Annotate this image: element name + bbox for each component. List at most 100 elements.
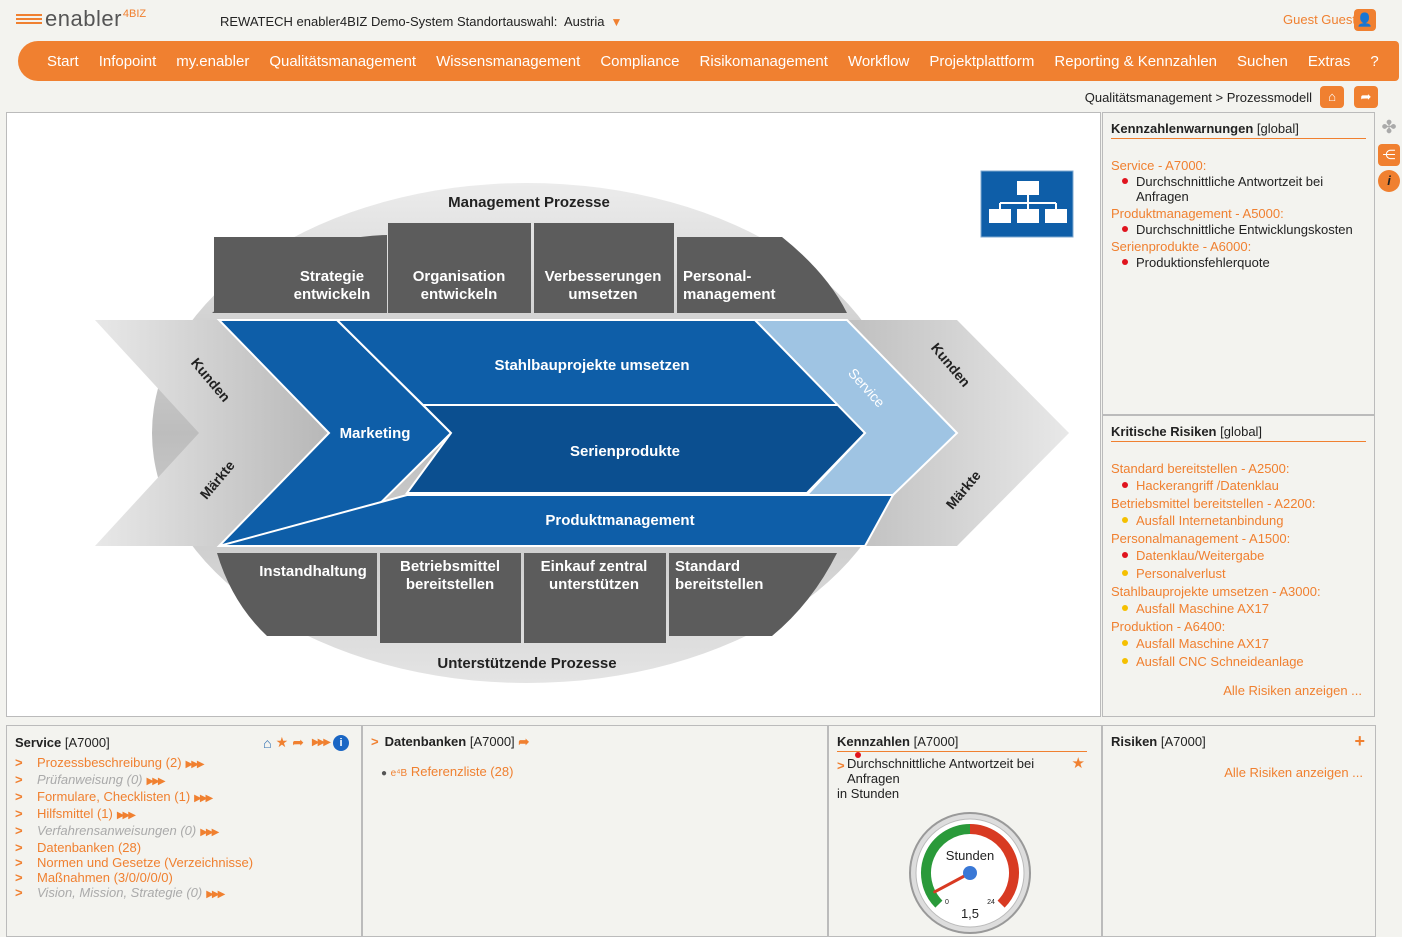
forward-arrows-icon[interactable]: ▶▶▶: [117, 810, 136, 821]
warning-item[interactable]: Produktionsfehlerquote: [1111, 255, 1366, 270]
chevron-right-icon: >: [15, 772, 23, 787]
nav-item-12[interactable]: ?: [1370, 53, 1378, 70]
forward-arrows-icon[interactable]: ▶▶▶: [147, 776, 166, 787]
all-risks-link-bottom[interactable]: Alle Risiken anzeigen ...: [1224, 765, 1363, 780]
star-icon[interactable]: ★: [1072, 756, 1085, 771]
service-doc-row[interactable]: > Vision, Mission, Strategie (0) ▶▶▶: [15, 885, 353, 902]
share-arrow-icon[interactable]: ➦: [292, 734, 304, 751]
service-doc-row[interactable]: > Formulare, Checklisten (1) ▶▶▶: [15, 789, 353, 806]
mgmt-label-1-line-1: entwickeln: [421, 286, 498, 303]
risk-group-head[interactable]: Stahlbauprojekte umsetzen - A3000:: [1111, 583, 1366, 600]
location-select[interactable]: Austria ▼: [564, 14, 622, 29]
service-doc-row[interactable]: > Maßnahmen (3/0/0/0/0): [15, 870, 353, 885]
share-arrow-icon[interactable]: ➦: [518, 734, 529, 749]
risk-item-label: Personalverlust: [1136, 566, 1226, 581]
chevron-right-icon: >: [15, 855, 23, 870]
service-doc-row[interactable]: > Prozessbeschreibung (2) ▶▶▶: [15, 755, 353, 772]
all-risks-link[interactable]: Alle Risiken anzeigen ...: [1223, 683, 1362, 698]
kpi-item[interactable]: > Durchschnittliche Antwortzeit bei Anfr…: [837, 752, 1093, 786]
risk-item-label: Ausfall Internetanbindung: [1136, 513, 1284, 528]
nav-item-1[interactable]: Infopoint: [99, 53, 157, 70]
enabler-logo[interactable]: enabler 4BIZ: [16, 8, 146, 30]
nav-item-6[interactable]: Risikomanagement: [700, 53, 828, 70]
risk-level-dot: [1122, 517, 1128, 523]
risk-item[interactable]: Datenklau/Weitergabe: [1111, 547, 1366, 564]
info-icon[interactable]: i: [1378, 170, 1400, 192]
risks-panel: Risiken [A7000] + Alle Risiken anzeigen …: [1102, 725, 1376, 937]
chevron-right-icon: >: [15, 885, 23, 900]
risk-level-dot: [1122, 640, 1128, 646]
nav-item-10[interactable]: Suchen: [1237, 53, 1288, 70]
warning-item[interactable]: Durchschnittliche Entwicklungskosten: [1111, 222, 1366, 237]
warning-group-head[interactable]: Serienprodukte - A6000:: [1111, 238, 1366, 255]
nav-item-4[interactable]: Wissensmanagement: [436, 53, 580, 70]
risk-group-head[interactable]: Personalmanagement - A1500:: [1111, 530, 1366, 547]
marketing-label: Marketing: [340, 425, 411, 442]
risk-group-head[interactable]: Standard bereitstellen - A2500:: [1111, 460, 1366, 477]
process-model-diagram: Management Prozesse Unterstützende Proze…: [95, 170, 1074, 683]
house-icon[interactable]: ⌂: [263, 735, 271, 751]
service-doc-row[interactable]: > Verfahrensanweisungen (0) ▶▶▶: [15, 823, 353, 840]
org-chart-icon[interactable]: [980, 170, 1074, 238]
support-label-1-line-0: Betriebsmittel: [400, 558, 500, 575]
star-icon[interactable]: ★: [276, 734, 289, 751]
risk-item[interactable]: Ausfall CNC Schneideanlage: [1111, 653, 1366, 670]
core-label-produktmanagement: Produktmanagement: [545, 512, 694, 529]
forward-arrows-icon[interactable]: ▶▶▶: [312, 737, 331, 748]
critical-risks-list: Standard bereitstellen - A2500: Hackerang…: [1111, 460, 1366, 670]
risk-group-head[interactable]: Betriebsmittel bereitstellen - A2200:: [1111, 495, 1366, 512]
service-doc-label: Prüfanweisung (0): [37, 772, 143, 787]
add-icon[interactable]: +: [1354, 732, 1365, 750]
database-item[interactable]: ● e⁴B Referenzliste (28): [371, 764, 819, 779]
nav-item-8[interactable]: Projektplattform: [929, 53, 1034, 70]
risk-group-head[interactable]: Produktion - A6400:: [1111, 618, 1366, 635]
risk-level-dot: [1122, 482, 1128, 488]
nav-item-2[interactable]: my.enabler: [176, 53, 249, 70]
core-label-stahlbau: Stahlbauprojekte umsetzen: [494, 357, 689, 374]
kpi-warnings-panel: Kennzahlenwarnungen [global] Service - A…: [1102, 112, 1375, 415]
info-icon[interactable]: i: [333, 734, 349, 751]
risk-item-label: Ausfall Maschine AX17: [1136, 601, 1269, 616]
forward-arrows-icon[interactable]: ▶▶▶: [186, 759, 205, 770]
nav-item-7[interactable]: Workflow: [848, 53, 909, 70]
nav-item-3[interactable]: Qualitätsmanagement: [269, 53, 416, 70]
gauge-value: 1,5: [961, 906, 979, 921]
clover-icon[interactable]: ✤: [1378, 116, 1400, 138]
user-name-link[interactable]: Guest Guest: [1283, 12, 1356, 27]
nav-item-9[interactable]: Reporting & Kennzahlen: [1054, 53, 1217, 70]
user-profile-icon[interactable]: 👤: [1354, 9, 1376, 31]
warning-group-head[interactable]: Service - A7000:: [1111, 157, 1366, 174]
support-label-3-line-1: bereitstellen: [675, 576, 763, 593]
forward-arrows-icon[interactable]: ▶▶▶: [194, 793, 213, 804]
forward-arrows-icon[interactable]: ▶▶▶: [206, 889, 225, 900]
risk-item[interactable]: Ausfall Maschine AX17: [1111, 600, 1366, 617]
caret-down-icon: ▼: [610, 15, 623, 29]
service-doc-row[interactable]: > Normen und Gesetze (Verzeichnisse): [15, 855, 353, 870]
gauge-label: Stunden: [946, 848, 994, 863]
support-label-0-line-0: Instandhaltung: [259, 563, 367, 580]
home-icon[interactable]: ⌂: [1320, 86, 1344, 108]
warning-group-head[interactable]: Produktmanagement - A5000:: [1111, 205, 1366, 222]
service-doc-label: Vision, Mission, Strategie (0): [37, 885, 203, 900]
status-dot: [855, 752, 861, 758]
service-doc-row[interactable]: > Hilfsmittel (1) ▶▶▶: [15, 806, 353, 823]
nav-item-11[interactable]: Extras: [1308, 53, 1351, 70]
risk-item[interactable]: Ausfall Maschine AX17: [1111, 635, 1366, 652]
service-doc-row[interactable]: > Datenbanken (28): [15, 840, 353, 855]
risk-item[interactable]: Hackerangriff /Datenklau: [1111, 477, 1366, 494]
service-panel: Service [A7000] ⌂ ★ ➦ ▶▶▶ i > Prozessbesc…: [6, 725, 362, 937]
network-icon[interactable]: ⋲: [1378, 144, 1400, 166]
risk-item[interactable]: Personalverlust: [1111, 565, 1366, 582]
nav-item-5[interactable]: Compliance: [600, 53, 679, 70]
nav-item-0[interactable]: Start: [47, 53, 79, 70]
service-doc-row[interactable]: > Prüfanweisung (0) ▶▶▶: [15, 772, 353, 789]
risk-item-label: Ausfall Maschine AX17: [1136, 636, 1269, 651]
support-label-2-line-0: Einkauf zentral: [541, 558, 648, 575]
risk-item[interactable]: Ausfall Internetanbindung: [1111, 512, 1366, 529]
forward-arrows-icon[interactable]: ▶▶▶: [200, 827, 219, 838]
kpi-warnings-title: Kennzahlenwarnungen [global]: [1111, 121, 1366, 139]
warning-item-label: Produktionsfehlerquote: [1136, 255, 1270, 270]
kpi-warnings-list: Service - A7000: Durchschnittliche Antwor…: [1111, 157, 1366, 270]
warning-item[interactable]: Durchschnittliche Antwortzeit bei Anfrag…: [1111, 174, 1366, 204]
share-arrow-icon[interactable]: ➦: [1354, 86, 1378, 108]
